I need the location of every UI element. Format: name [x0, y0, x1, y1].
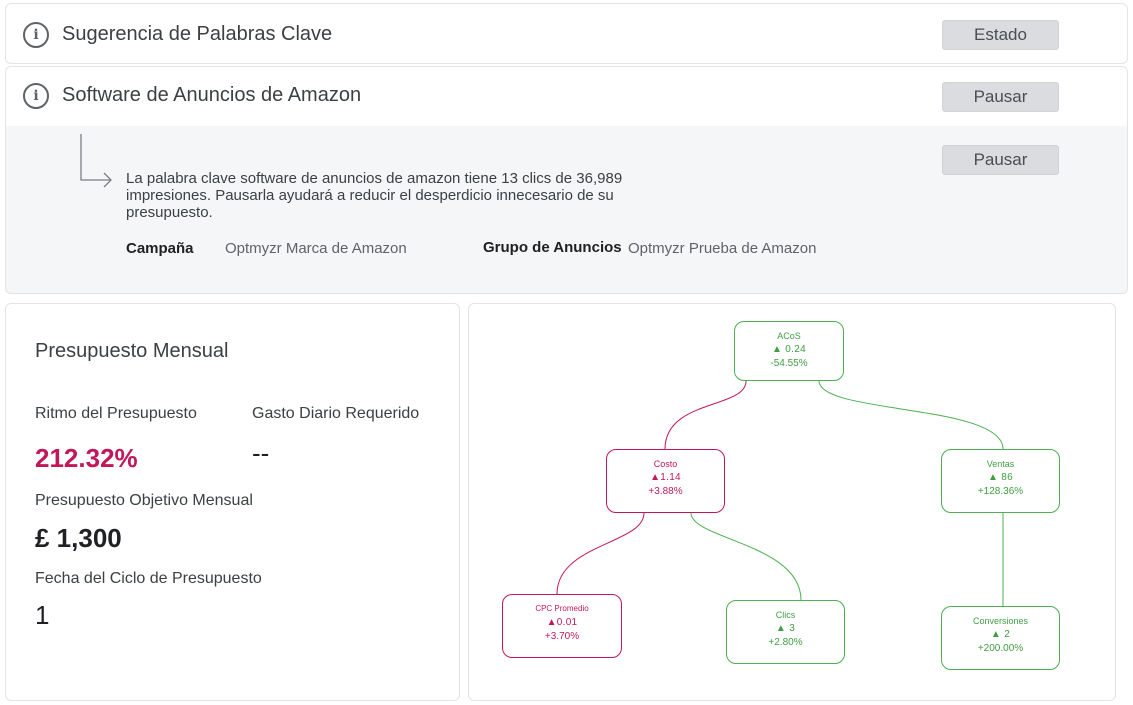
node-value: ▲1.14 — [650, 472, 681, 483]
metrics-tree-card: ACoS ▲ 0.24 -54.55% Costo ▲1.14 +3.88% V… — [468, 303, 1116, 701]
target-budget-label: Presupuesto Objetivo Mensual — [35, 492, 253, 509]
status-button[interactable]: Estado — [942, 20, 1059, 50]
adgroup-label: Grupo de Anuncios — [483, 239, 622, 256]
panel-title: Sugerencia de Palabras Clave — [62, 23, 333, 45]
budget-cycle-label: Fecha del Ciclo de Presupuesto — [35, 570, 262, 587]
tree-node-costo[interactable]: Costo ▲1.14 +3.88% — [606, 449, 725, 513]
tree-node-clics[interactable]: Clics ▲ 3 +2.80% — [726, 600, 845, 664]
connector-costo-clics — [690, 512, 802, 601]
node-value: ▲ 86 — [988, 472, 1013, 483]
monthly-budget-card: Presupuesto Mensual Ritmo del Presupuest… — [5, 303, 460, 701]
panel-title: Software de Anuncios de Amazon — [62, 84, 362, 106]
arrow-elbow-icon — [80, 134, 112, 188]
pause-button[interactable]: Pausar — [942, 82, 1059, 112]
keyword-suggestion-panel: i Sugerencia de Palabras Clave Estado — [5, 3, 1128, 64]
node-name: Costo — [653, 459, 678, 469]
tree-node-conversiones[interactable]: Conversiones ▲ 2 +200.00% — [941, 606, 1060, 670]
node-change: +3.88% — [648, 486, 683, 497]
node-name: ACoS — [777, 331, 801, 341]
node-name: Conversiones — [972, 616, 1029, 626]
node-value: ▲0.01 — [546, 617, 578, 628]
node-value: ▲ 2 — [990, 629, 1011, 640]
connector-acos-costo — [664, 380, 747, 450]
node-change: +2.80% — [768, 637, 803, 648]
target-budget-value: £ 1,300 — [35, 523, 122, 553]
suggestion-detail: La palabra clave software de anuncios de… — [5, 126, 1128, 294]
connector-costo-cpc — [556, 512, 645, 595]
node-change: +200.00% — [977, 643, 1024, 654]
budget-title: Presupuesto Mensual — [35, 340, 229, 362]
connector-acos-ventas — [818, 380, 1004, 450]
budget-pace-value: 212.32% — [35, 443, 138, 473]
tree-node-cpc-promedio[interactable]: CPC Promedio ▲0.01 +3.70% — [502, 594, 622, 658]
budget-cycle-value: 1 — [35, 600, 50, 630]
info-icon[interactable]: i — [23, 83, 49, 109]
node-value: ▲ 3 — [775, 623, 796, 634]
info-icon[interactable]: i — [23, 22, 49, 48]
node-name: Ventas — [986, 459, 1015, 469]
node-change: -54.55% — [770, 358, 808, 369]
daily-spend-label: Gasto Diario Requerido — [252, 405, 420, 422]
node-value: ▲ 0.24 — [772, 344, 806, 355]
daily-spend-value: -- — [252, 438, 270, 468]
tree-node-ventas[interactable]: Ventas ▲ 86 +128.36% — [941, 449, 1060, 513]
node-name: Clics — [775, 610, 796, 620]
pause-button[interactable]: Pausar — [942, 145, 1059, 175]
budget-pace-label: Ritmo del Presupuesto — [35, 405, 197, 422]
campaign-label: Campaña — [126, 240, 194, 257]
campaign-value[interactable]: Optmyzr Marca de Amazon — [225, 240, 407, 257]
suggestion-description: La palabra clave software de anuncios de… — [126, 170, 623, 221]
node-name: CPC Promedio — [535, 604, 589, 613]
tree-node-acos[interactable]: ACoS ▲ 0.24 -54.55% — [734, 321, 844, 381]
node-change: +3.70% — [544, 631, 580, 642]
node-change: +128.36% — [977, 486, 1024, 497]
adgroup-value[interactable]: Optmyzr Prueba de Amazon — [628, 240, 816, 257]
